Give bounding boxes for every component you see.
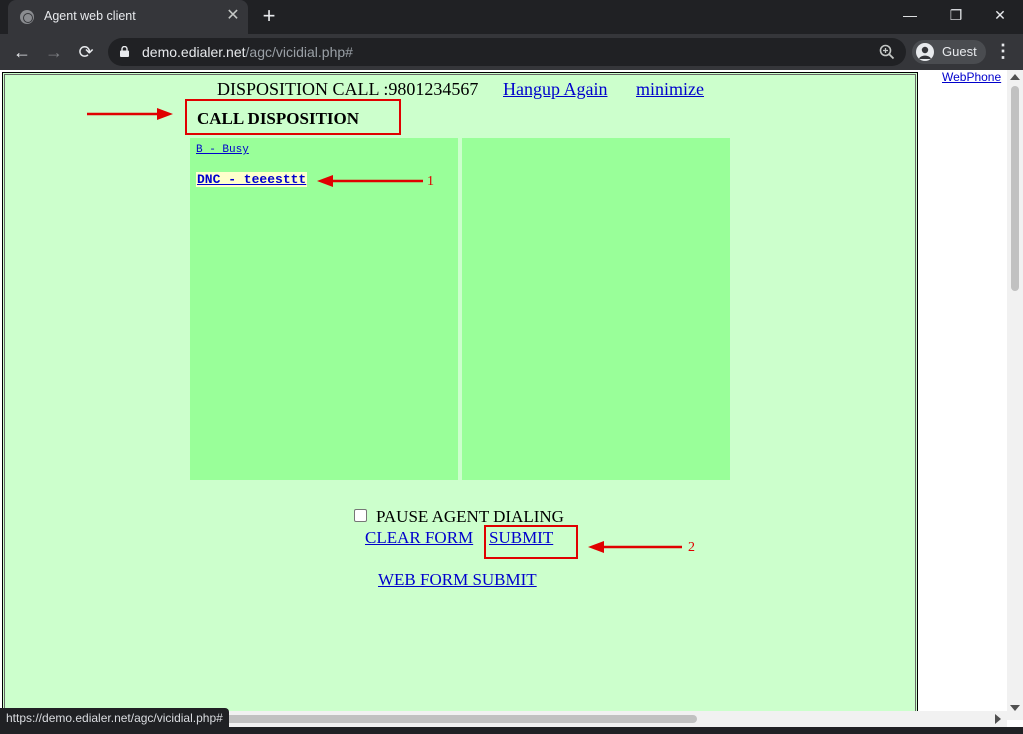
forward-icon[interactable]: → bbox=[40, 38, 68, 66]
pause-checkbox[interactable] bbox=[354, 509, 367, 522]
profile-button[interactable]: Guest bbox=[912, 40, 986, 64]
submit-highlight-box bbox=[484, 525, 578, 559]
zoom-icon[interactable] bbox=[878, 43, 896, 61]
annotation-arrow-title bbox=[87, 108, 173, 120]
bottom-strip bbox=[0, 727, 1023, 734]
hangup-again-link[interactable]: Hangup Again bbox=[503, 79, 607, 100]
globe-icon bbox=[20, 10, 34, 24]
pause-label: PAUSE AGENT DIALING bbox=[376, 507, 564, 526]
scroll-right-icon[interactable] bbox=[995, 714, 1001, 724]
browser-toolbar: ← → ⟳ demo.edialer.net/agc/vicidial.php# bbox=[0, 34, 1023, 70]
address-bar[interactable]: demo.edialer.net/agc/vicidial.php# bbox=[108, 38, 906, 66]
status-bubble: https://demo.edialer.net/agc/vicidial.ph… bbox=[0, 708, 229, 728]
lock-icon[interactable] bbox=[120, 46, 129, 57]
web-form-submit-link[interactable]: WEB FORM SUBMIT bbox=[378, 570, 537, 590]
minimize-window-button[interactable]: — bbox=[887, 0, 933, 30]
disposition-column-right bbox=[462, 138, 730, 480]
clear-form-link[interactable]: CLEAR FORM bbox=[365, 528, 473, 548]
tab-agent-web-client[interactable]: Agent web client ✕ bbox=[8, 0, 248, 34]
page-viewport: DISPOSITION CALL :9801234567 Hangup Agai… bbox=[0, 70, 1023, 734]
vertical-scroll-thumb[interactable] bbox=[1011, 86, 1019, 291]
scroll-up-icon[interactable] bbox=[1010, 74, 1020, 80]
vertical-scrollbar[interactable] bbox=[1007, 70, 1023, 720]
annotation-arrow-submit bbox=[588, 541, 682, 553]
reload-icon[interactable]: ⟳ bbox=[72, 38, 100, 66]
scroll-down-icon[interactable] bbox=[1010, 705, 1020, 711]
browser-window: Agent web client ✕ + — ❐ ✕ ← → ⟳ demo.ed… bbox=[0, 0, 1023, 734]
annotation-arrow-dnc bbox=[317, 175, 423, 187]
new-tab-button[interactable]: + bbox=[258, 5, 280, 27]
profile-label: Guest bbox=[942, 44, 977, 59]
phone-number: 9801234567 bbox=[388, 79, 479, 99]
url-text[interactable]: demo.edialer.net/agc/vicidial.php# bbox=[142, 44, 353, 60]
call-disposition-title: CALL DISPOSITION bbox=[197, 109, 360, 128]
close-tab-icon[interactable]: ✕ bbox=[224, 7, 242, 25]
tab-strip: Agent web client ✕ + — ❐ ✕ bbox=[0, 0, 1023, 34]
person-icon bbox=[916, 43, 934, 61]
disposition-panel: DISPOSITION CALL :9801234567 Hangup Agai… bbox=[2, 72, 918, 722]
tab-title: Agent web client bbox=[44, 9, 136, 23]
disposition-column-left: B - Busy DNC - teeesttt bbox=[190, 138, 458, 480]
annotation-number-2: 2 bbox=[688, 540, 695, 555]
back-icon[interactable]: ← bbox=[8, 38, 36, 66]
restore-window-button[interactable]: ❐ bbox=[933, 0, 979, 30]
webphone-link[interactable]: WebPhone bbox=[942, 70, 1001, 84]
close-window-button[interactable]: ✕ bbox=[977, 0, 1023, 30]
minimize-link[interactable]: minimize bbox=[636, 79, 704, 100]
menu-icon[interactable]: ⋮ bbox=[994, 38, 1012, 66]
disposition-header: DISPOSITION CALL :9801234567 bbox=[217, 79, 479, 99]
disposition-item-busy[interactable]: B - Busy bbox=[196, 144, 249, 156]
annotation-number-1: 1 bbox=[427, 174, 434, 189]
disposition-item-dnc[interactable]: DNC - teeesttt bbox=[196, 172, 308, 187]
